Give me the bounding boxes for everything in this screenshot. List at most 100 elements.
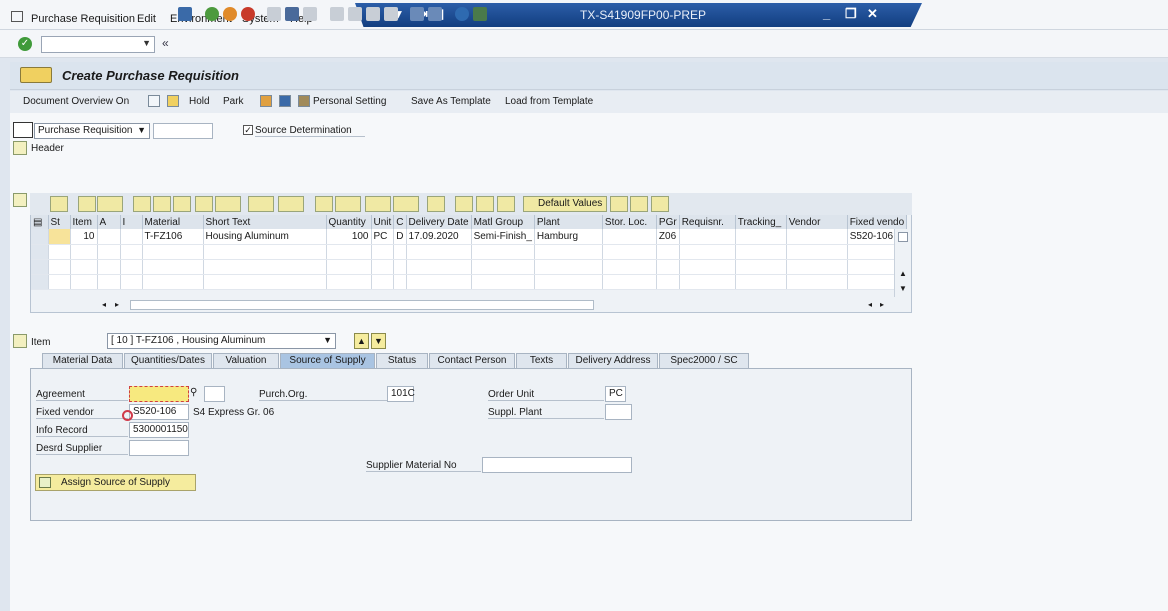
column-header[interactable]: Fixed vendo xyxy=(847,215,908,229)
new-document-icon[interactable] xyxy=(148,95,160,107)
column-header[interactable]: Short Text xyxy=(203,215,327,229)
horizontal-scroll-thumb[interactable] xyxy=(130,300,594,310)
print-preview-icon[interactable] xyxy=(315,196,333,212)
purch-org-field[interactable]: 101C xyxy=(387,386,415,402)
table-cell[interactable]: 100 xyxy=(326,229,372,245)
scroll-up-icon[interactable]: ▲ xyxy=(899,269,907,278)
item-collapse-icon[interactable] xyxy=(13,334,27,348)
info-grid-icon[interactable] xyxy=(427,196,445,212)
scroll-right-icon[interactable]: ▸ xyxy=(115,300,119,309)
exit-icon[interactable] xyxy=(223,7,237,21)
table-cell[interactable]: PC xyxy=(371,229,395,245)
table-cell[interactable] xyxy=(735,229,787,245)
filter-icon[interactable] xyxy=(215,196,241,212)
find-next-icon[interactable] xyxy=(303,7,317,21)
layout-icon[interactable] xyxy=(473,7,487,21)
table-row[interactable] xyxy=(31,259,908,275)
info-record-field[interactable]: 5300001150 xyxy=(129,422,189,438)
table-cell[interactable] xyxy=(679,229,736,245)
grid-action-4-icon[interactable] xyxy=(610,196,628,212)
tree-icon[interactable] xyxy=(260,95,272,107)
delete-row-icon[interactable] xyxy=(97,196,123,212)
fixed-vendor-field[interactable]: S520-106 xyxy=(129,404,189,420)
collapse-icon[interactable]: « xyxy=(162,36,169,50)
agreement-item-field[interactable] xyxy=(204,386,225,402)
column-header[interactable]: C xyxy=(393,215,407,229)
grid-action-3-icon[interactable] xyxy=(497,196,515,212)
table-row[interactable] xyxy=(31,274,908,290)
copy-row-icon[interactable] xyxy=(78,196,96,212)
previous-item-button[interactable]: ▲ xyxy=(354,333,369,349)
agreement-field[interactable] xyxy=(129,386,189,402)
default-values-button[interactable]: Default Values xyxy=(523,196,607,212)
table-cell[interactable]: T-FZ106 xyxy=(142,229,204,245)
personal-setting-button[interactable]: Personal Setting xyxy=(313,96,386,107)
menu-edit[interactable]: Edit xyxy=(137,13,156,25)
sum-icon[interactable] xyxy=(248,196,274,212)
column-header[interactable]: I xyxy=(120,215,143,229)
find-next-row-icon[interactable] xyxy=(195,196,213,212)
row-selector[interactable] xyxy=(31,229,49,245)
enter-check-icon[interactable]: ✓ xyxy=(18,37,32,51)
restore-icon[interactable]: ❐ xyxy=(845,6,857,22)
grid-action-2-icon[interactable] xyxy=(476,196,494,212)
layout-grid-icon[interactable] xyxy=(393,196,419,212)
table-cell[interactable] xyxy=(602,229,657,245)
table-cell[interactable]: Z06 xyxy=(656,229,680,245)
suppl-plant-field[interactable] xyxy=(605,404,632,420)
column-header[interactable]: Vendor xyxy=(786,215,848,229)
tab-source-of-supply[interactable]: Source of Supply xyxy=(280,353,375,368)
column-header[interactable]: Delivery Date xyxy=(406,215,472,229)
scroll-down-icon[interactable]: ▼ xyxy=(899,284,907,293)
tab-delivery-address[interactable]: Delivery Address xyxy=(568,353,658,368)
assign-source-of-supply-button[interactable]: Assign Source of Supply xyxy=(35,474,196,491)
save-icon[interactable] xyxy=(178,7,192,21)
document-overview-button[interactable]: Document Overview On xyxy=(23,96,129,107)
shortcut-icon[interactable] xyxy=(428,7,442,21)
command-field[interactable]: ▼ xyxy=(41,36,155,53)
park-button[interactable]: Park xyxy=(223,96,244,107)
hold-button[interactable]: Hold xyxy=(189,96,210,107)
table-cell[interactable]: Hamburg xyxy=(534,229,603,245)
column-header[interactable]: Quantity xyxy=(326,215,372,229)
desired-supplier-field[interactable] xyxy=(129,440,189,456)
tab-texts[interactable]: Texts xyxy=(516,353,567,368)
table-cell[interactable] xyxy=(48,229,71,245)
close-icon[interactable]: ✕ xyxy=(867,6,878,22)
grid-action-1-icon[interactable] xyxy=(455,196,473,212)
table-cell[interactable]: 10 xyxy=(70,229,98,245)
document-icon[interactable] xyxy=(20,67,52,83)
column-header[interactable]: Tracking_ xyxy=(735,215,787,229)
tab-spec2000-sc[interactable]: Spec2000 / SC xyxy=(659,353,749,368)
export-icon[interactable] xyxy=(335,196,361,212)
last-page-icon[interactable] xyxy=(384,7,398,21)
grid-action-5-icon[interactable] xyxy=(630,196,648,212)
column-header[interactable]: Stor. Loc. xyxy=(602,215,657,229)
table-row[interactable] xyxy=(31,244,908,260)
find-icon[interactable] xyxy=(285,7,299,21)
column-header[interactable]: Plant xyxy=(534,215,603,229)
subtotal-icon[interactable] xyxy=(278,196,304,212)
scroll-left-end-icon[interactable]: ◂ xyxy=(868,300,872,309)
table-cell[interactable] xyxy=(120,229,143,245)
next-item-button[interactable]: ▼ xyxy=(371,333,386,349)
supplier-material-no-field[interactable] xyxy=(482,457,632,473)
table-cell[interactable] xyxy=(786,229,848,245)
sort-desc-icon[interactable] xyxy=(153,196,171,212)
document-number-field[interactable] xyxy=(153,123,213,139)
prev-page-icon[interactable] xyxy=(348,7,362,21)
tab-material-data[interactable]: Material Data xyxy=(42,353,123,368)
next-page-icon[interactable] xyxy=(366,7,380,21)
new-session-icon[interactable] xyxy=(410,7,424,21)
table-cell[interactable]: 17.09.2020 xyxy=(406,229,472,245)
tab-status[interactable]: Status xyxy=(376,353,428,368)
table-cell[interactable]: Semi-Finish_ xyxy=(471,229,535,245)
order-unit-field[interactable]: PC xyxy=(605,386,626,402)
info-icon[interactable] xyxy=(279,95,291,107)
scroll-left-icon[interactable]: ◂ xyxy=(102,300,106,309)
find-row-icon[interactable] xyxy=(173,196,191,212)
document-type-select[interactable]: Purchase Requisition ▼ xyxy=(34,123,150,139)
load-from-template-button[interactable]: Load from Template xyxy=(505,96,593,107)
table-cell[interactable] xyxy=(97,229,121,245)
column-header[interactable]: Material xyxy=(142,215,204,229)
